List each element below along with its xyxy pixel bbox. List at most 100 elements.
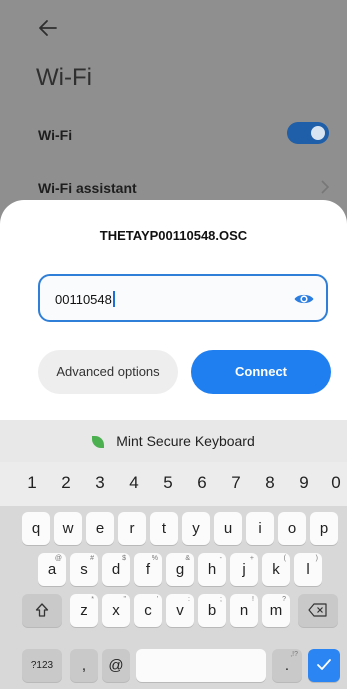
key-5[interactable]: 5 xyxy=(158,473,178,493)
period-key-hint: ,!? xyxy=(290,651,298,658)
page-title: Wi-Fi xyxy=(36,64,92,91)
key-v[interactable]: v: xyxy=(166,594,194,627)
key-n[interactable]: n! xyxy=(230,594,258,627)
key-d[interactable]: d $ xyxy=(102,553,130,586)
key-r[interactable]: r xyxy=(118,512,146,545)
key-g[interactable]: g & xyxy=(166,553,194,586)
comma-key[interactable]: , xyxy=(70,649,98,682)
key-8[interactable]: 8 xyxy=(260,473,280,493)
password-text: 00110548 xyxy=(55,292,112,307)
key-a-hint: @ xyxy=(54,555,62,562)
soft-keyboard: Mint Secure Keyboard 1 2 3 4 5 6 7 8 9 0… xyxy=(0,420,347,689)
backspace-icon xyxy=(308,603,327,617)
period-key[interactable]: .,!? xyxy=(272,649,302,682)
key-h-hint: - xyxy=(219,555,222,562)
key-c-hint: ' xyxy=(156,596,158,603)
key-u[interactable]: u xyxy=(214,512,242,545)
key-z[interactable]: z * xyxy=(70,594,98,627)
enter-key[interactable] xyxy=(308,649,340,682)
space-key[interactable] xyxy=(136,649,266,682)
backspace-key[interactable] xyxy=(298,594,338,627)
key-j-hint: + xyxy=(249,555,254,562)
at-key[interactable]: @ xyxy=(102,649,130,682)
leaf-logo-icon xyxy=(92,436,105,448)
network-ssid: THETAYP00110548.OSC xyxy=(99,228,248,243)
checkmark-icon xyxy=(317,659,331,670)
key-2[interactable]: 2 xyxy=(56,473,76,493)
key-v-hint: : xyxy=(188,596,190,603)
key-l-hint: ) xyxy=(315,555,318,562)
key-e[interactable]: e xyxy=(86,512,114,545)
key-v-label: v xyxy=(176,602,184,619)
key-d-hint: $ xyxy=(122,555,126,562)
key-k-hint: ( xyxy=(283,555,286,562)
key-q[interactable]: q xyxy=(22,512,50,545)
key-j[interactable]: j + xyxy=(230,553,258,586)
password-field-value[interactable]: 00110548 xyxy=(55,291,115,307)
key-b[interactable]: b; xyxy=(198,594,226,627)
key-m-label: m xyxy=(269,602,283,619)
key-9[interactable]: 9 xyxy=(294,473,314,493)
key-y[interactable]: y xyxy=(182,512,210,545)
key-a[interactable]: a @ xyxy=(38,553,66,586)
key-i[interactable]: i xyxy=(246,512,274,545)
key-n-label: n xyxy=(239,602,249,619)
key-c-label: c xyxy=(144,602,152,619)
key-3[interactable]: 3 xyxy=(90,473,110,493)
text-caret xyxy=(112,291,115,307)
key-o[interactable]: o xyxy=(278,512,306,545)
key-f-hint: % xyxy=(151,555,158,562)
password-field[interactable]: 00110548 xyxy=(38,274,328,322)
key-d-label: d xyxy=(111,561,121,578)
key-0[interactable]: 0 xyxy=(326,473,346,493)
key-x-label: x xyxy=(112,602,120,619)
key-f[interactable]: f% xyxy=(134,553,162,586)
key-s-label: s xyxy=(80,561,88,578)
key-n-hint: ! xyxy=(252,596,254,603)
key-b-hint: ; xyxy=(220,596,222,603)
chevron-right-icon xyxy=(321,180,330,194)
wifi-row-label: Wi-Fi xyxy=(38,127,73,143)
key-a-label: a xyxy=(47,561,57,578)
key-p[interactable]: p xyxy=(310,512,338,545)
key-6[interactable]: 6 xyxy=(192,473,212,493)
key-g-hint: & xyxy=(185,555,190,562)
key-x-hint: " xyxy=(123,596,127,603)
shift-key[interactable] xyxy=(22,594,62,627)
key-c[interactable]: c ' xyxy=(134,594,162,627)
key-x[interactable]: x " xyxy=(102,594,130,627)
wifi-password-dialog: THETAYP00110548.OSC 00110548 Advanced op… xyxy=(0,200,347,420)
key-k[interactable]: k( xyxy=(262,553,290,586)
key-z-hint: * xyxy=(91,596,94,603)
wifi-toggle[interactable] xyxy=(287,122,329,144)
key-7[interactable]: 7 xyxy=(226,473,246,493)
keyboard-brand-label: Mint Secure Keyboard xyxy=(116,433,255,449)
key-4[interactable]: 4 xyxy=(124,473,144,493)
connect-button[interactable]: Connect xyxy=(191,350,331,394)
key-s-hint: # xyxy=(90,555,94,562)
keyboard-brand-bar: Mint Secure Keyboard xyxy=(0,420,347,462)
period-key-label: . xyxy=(284,657,290,674)
key-b-label: b xyxy=(207,602,217,619)
wifi-assistant-row-label: Wi-Fi assistant xyxy=(38,180,137,196)
back-arrow-icon[interactable] xyxy=(36,16,60,40)
key-m[interactable]: m? xyxy=(262,594,290,627)
key-z-label: z xyxy=(80,602,88,619)
key-w[interactable]: w xyxy=(54,512,82,545)
number-row: 1 2 3 4 5 6 7 8 9 0 xyxy=(0,462,347,506)
key-k-label: k xyxy=(272,561,280,578)
advanced-options-button[interactable]: Advanced options xyxy=(38,350,178,394)
symbols-key[interactable]: ?123 xyxy=(22,649,62,682)
key-h[interactable]: h- xyxy=(198,553,226,586)
key-1[interactable]: 1 xyxy=(22,473,42,493)
key-l-label: l xyxy=(306,561,310,578)
key-g-label: g xyxy=(175,561,185,578)
key-h-label: h xyxy=(207,561,217,578)
shift-arrow-icon xyxy=(35,603,49,617)
key-t[interactable]: t xyxy=(150,512,178,545)
key-l[interactable]: l) xyxy=(294,553,322,586)
show-password-icon[interactable] xyxy=(293,289,315,309)
key-f-label: f xyxy=(145,561,151,578)
key-s[interactable]: s # xyxy=(70,553,98,586)
key-j-label: j xyxy=(242,561,246,578)
